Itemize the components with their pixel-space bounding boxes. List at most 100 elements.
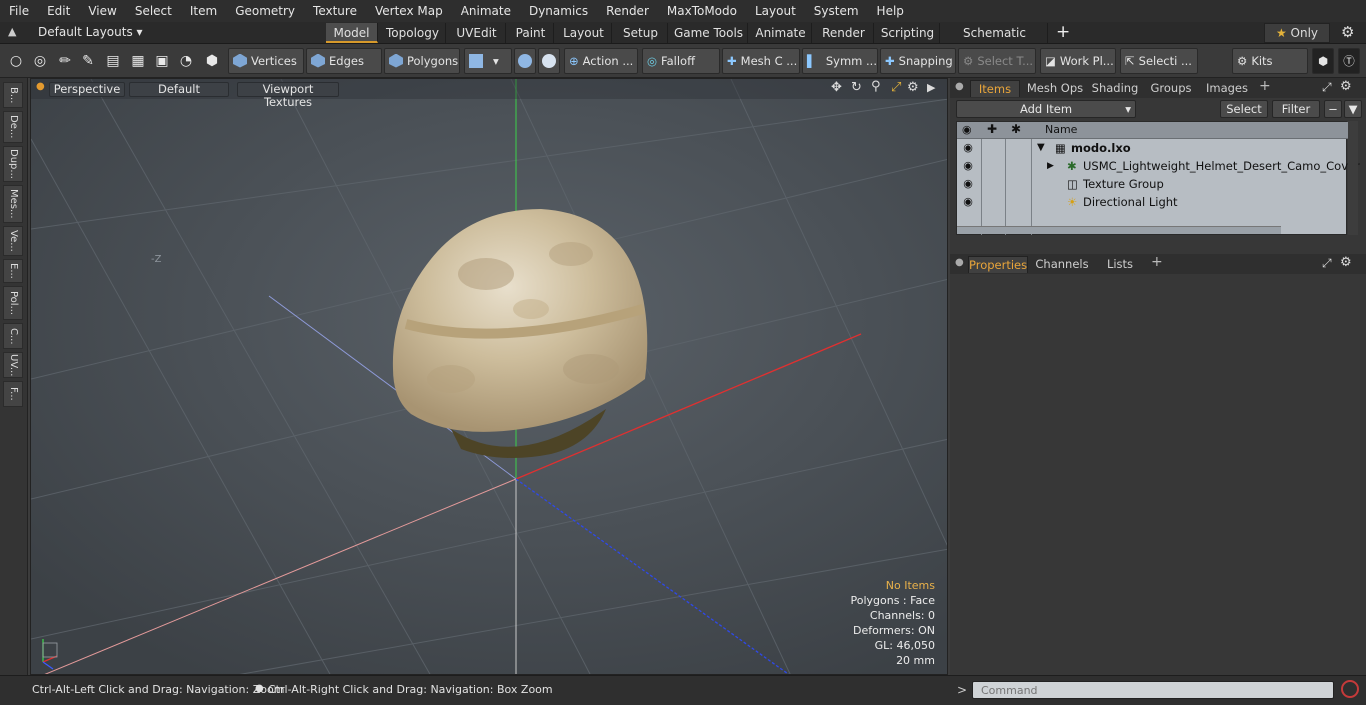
- tab-uvedit[interactable]: UVEdit: [448, 23, 506, 43]
- left-tab-curve[interactable]: C...: [3, 323, 23, 349]
- menu-edit[interactable]: Edit: [38, 0, 79, 22]
- panel-menu-icon[interactable]: ●: [955, 81, 964, 92]
- menu-vertex-map[interactable]: Vertex Map: [366, 0, 452, 22]
- symmetry-button[interactable]: ▌ Symm ...: [802, 48, 878, 74]
- unreal-button[interactable]: Ⓣ: [1338, 48, 1360, 74]
- tab-channels[interactable]: Channels: [1034, 256, 1090, 273]
- 3d-viewport[interactable]: -Z ● Perspective Default Viewport Textur…: [30, 78, 948, 675]
- menu-texture[interactable]: Texture: [304, 0, 366, 22]
- select-through-button[interactable]: ⚙ Select T...: [958, 48, 1036, 74]
- command-input[interactable]: [972, 681, 1334, 699]
- collapse-triangle-icon[interactable]: ▼: [1037, 139, 1045, 157]
- item-row-texture-group[interactable]: ◉ ◫ Texture Group: [957, 175, 1348, 193]
- add-tab-button[interactable]: +: [1056, 22, 1070, 42]
- name-column-header[interactable]: Name: [1045, 123, 1077, 136]
- add-panel-tab-icon[interactable]: +: [1259, 78, 1271, 94]
- expand-arrow-icon[interactable]: ▶: [927, 81, 935, 94]
- panel-gear-icon[interactable]: ⚙: [1340, 255, 1352, 270]
- shading-default-dropdown[interactable]: Default: [129, 82, 229, 97]
- left-tab-basic[interactable]: B...: [3, 82, 23, 108]
- menu-layout[interactable]: Layout: [746, 0, 805, 22]
- layout-menu-icon[interactable]: ▲: [8, 25, 16, 38]
- menu-dynamics[interactable]: Dynamics: [520, 0, 597, 22]
- tab-model[interactable]: Model: [326, 23, 378, 43]
- eye-icon[interactable]: ◉: [962, 157, 974, 175]
- menu-system[interactable]: System: [805, 0, 868, 22]
- item-row-light[interactable]: ◉ ☀ Directional Light: [957, 193, 1348, 211]
- unity-button[interactable]: ⬢: [1312, 48, 1334, 74]
- clock-icon[interactable]: ◔: [176, 50, 196, 72]
- item-row-scene[interactable]: ◉ ▼ ▦ modo.lxo: [957, 139, 1348, 157]
- cube-icon[interactable]: ⬢: [202, 50, 222, 72]
- menu-file[interactable]: File: [0, 0, 38, 22]
- vertices-button[interactable]: Vertices: [228, 48, 304, 74]
- only-toggle[interactable]: ★ Only: [1264, 23, 1330, 43]
- item-row-mesh[interactable]: ◉ ▶ ✱ USMC_Lightweight_Helmet_Desert_Cam…: [957, 157, 1360, 175]
- tab-render[interactable]: Render: [814, 23, 874, 43]
- funnel-button[interactable]: ▼: [1344, 100, 1362, 118]
- left-tab-deform[interactable]: De...: [3, 111, 23, 143]
- gear-icon[interactable]: ⚙: [1341, 23, 1354, 41]
- left-tab-polygon[interactable]: Pol...: [3, 286, 23, 320]
- expand-triangle-icon[interactable]: ▶: [1047, 157, 1054, 175]
- globe-icon[interactable]: ◎: [30, 50, 50, 72]
- menu-animate[interactable]: Animate: [452, 0, 520, 22]
- brush-icon[interactable]: ✎: [78, 50, 98, 72]
- panel-gear-icon[interactable]: ⚙: [1340, 79, 1352, 94]
- maximize-icon[interactable]: ⤢: [1322, 80, 1332, 95]
- polygons-button[interactable]: Polygons: [384, 48, 460, 74]
- menu-item[interactable]: Item: [181, 0, 226, 22]
- eye-icon[interactable]: ◉: [962, 193, 974, 211]
- tab-topology[interactable]: Topology: [380, 23, 446, 43]
- record-icon[interactable]: [1341, 680, 1359, 698]
- tab-layout[interactable]: Layout: [556, 23, 612, 43]
- menu-view[interactable]: View: [79, 0, 125, 22]
- tab-items[interactable]: Items: [970, 80, 1020, 97]
- vertical-scrollbar[interactable]: [1348, 121, 1358, 235]
- mesh-constraint-button[interactable]: ✚ Mesh C ...: [722, 48, 800, 74]
- maximize-icon[interactable]: ⤢: [1322, 256, 1332, 271]
- zoom-icon[interactable]: ⚲: [871, 79, 881, 94]
- perspective-dropdown[interactable]: Perspective: [49, 82, 125, 97]
- menu-geometry[interactable]: Geometry: [226, 0, 304, 22]
- item-mode-dropdown[interactable]: ▾: [464, 48, 512, 74]
- edges-button[interactable]: Edges: [306, 48, 382, 74]
- square-icon[interactable]: ▣: [152, 50, 172, 72]
- viewport-gear-icon[interactable]: ⚙: [907, 80, 919, 95]
- tab-setup[interactable]: Setup: [614, 23, 668, 43]
- stack-icon[interactable]: ▤: [103, 50, 123, 72]
- circle-select-icon[interactable]: ○: [6, 50, 26, 72]
- left-tab-fusion[interactable]: F...: [3, 381, 23, 407]
- viewport-menu-dot-icon[interactable]: ●: [36, 81, 45, 92]
- eye-icon[interactable]: ◉: [962, 139, 974, 157]
- left-tab-duplicate[interactable]: Dup...: [3, 146, 23, 182]
- material-mode-button[interactable]: [514, 48, 536, 74]
- tab-animate[interactable]: Animate: [750, 23, 812, 43]
- kits-button[interactable]: ⚙ Kits: [1232, 48, 1308, 74]
- pan-icon[interactable]: ✥: [831, 80, 842, 95]
- snapping-button[interactable]: ✚ Snapping: [880, 48, 956, 74]
- tab-game-tools[interactable]: Game Tools: [670, 23, 748, 43]
- left-tab-uv[interactable]: UV...: [3, 352, 23, 378]
- filter-button[interactable]: Filter: [1272, 100, 1320, 118]
- menu-help[interactable]: Help: [868, 0, 913, 22]
- left-tab-edge[interactable]: E...: [3, 259, 23, 283]
- tab-groups[interactable]: Groups: [1148, 80, 1194, 97]
- falloff-button[interactable]: ◎ Falloff: [642, 48, 720, 74]
- layout-selector[interactable]: Default Layouts ▾: [38, 25, 143, 39]
- rotate-icon[interactable]: ↻: [851, 80, 862, 95]
- grid-icon[interactable]: ▦: [128, 50, 148, 72]
- tab-mesh-ops[interactable]: Mesh Ops: [1026, 80, 1084, 97]
- selection-sets-button[interactable]: ⇱ Selecti ...: [1120, 48, 1198, 74]
- shield-mode-button[interactable]: [538, 48, 560, 74]
- fit-icon[interactable]: ⤢: [891, 80, 901, 95]
- tab-shading[interactable]: Shading: [1090, 80, 1140, 97]
- menu-render[interactable]: Render: [597, 0, 658, 22]
- add-panel-tab-icon[interactable]: +: [1151, 254, 1163, 270]
- tab-schematic-fusion[interactable]: Schematic Fusion: [942, 23, 1048, 60]
- work-plane-button[interactable]: ◪ Work Pl...: [1040, 48, 1116, 74]
- horizontal-scrollbar[interactable]: [957, 226, 1281, 234]
- panel-menu-icon[interactable]: ●: [955, 257, 964, 268]
- left-tab-vertex[interactable]: Ve...: [3, 226, 23, 256]
- left-tab-mesh-edit[interactable]: Mes...: [3, 185, 23, 223]
